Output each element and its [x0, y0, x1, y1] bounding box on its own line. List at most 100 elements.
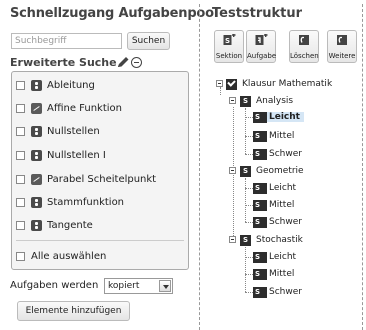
svg-text:S: S [225, 37, 230, 45]
tree-leaf-geometrie-leicht[interactable]: S Leicht [253, 181, 301, 195]
bolt-icon [31, 125, 42, 137]
search-button[interactable]: Suchen [127, 32, 170, 50]
bolt-icon [31, 219, 42, 231]
task-pool-panel: Schnellzugang Aufgabenpool Suchen Erweit… [8, 0, 218, 330]
tasks-mode-select[interactable]: kopiert [104, 278, 173, 294]
tree-section-geometrie[interactable]: S Geometrie [240, 164, 306, 178]
tree-connector [245, 178, 246, 222]
delete-icon [299, 35, 309, 45]
section-badge: S [253, 130, 267, 142]
checkbox[interactable] [16, 174, 25, 184]
graph-icon [31, 173, 42, 185]
collapse-toggle[interactable] [229, 236, 236, 243]
filter-item-tangente[interactable]: Tangente [12, 217, 93, 233]
filter-item-affine-funktion[interactable]: Affine Funktion [12, 100, 122, 116]
checkbox[interactable] [16, 197, 25, 207]
checkbox[interactable] [16, 150, 25, 160]
section-badge: S [253, 199, 267, 211]
bolt-icon [31, 196, 42, 208]
tree-connector [245, 205, 253, 206]
tree-leaf-stochastik-mittel[interactable]: S Mittel [253, 267, 299, 281]
filter-label: Tangente [47, 219, 93, 231]
chevron-down-icon[interactable] [159, 280, 171, 292]
tree-leaf-analysis-mittel[interactable]: S Mittel [253, 129, 299, 143]
section-label: Stochastik [256, 235, 303, 245]
collapse-toggle[interactable] [216, 80, 223, 87]
toolbar-label: Löschen [290, 52, 319, 60]
select-all-label: Alle auswählen [31, 250, 107, 262]
tree-connector [245, 154, 253, 155]
section-badge: S [240, 95, 251, 107]
toolbar-label: Sektion [215, 52, 243, 60]
task-icon [255, 34, 268, 45]
tree-leaf-geometrie-schwer[interactable]: S Schwer [253, 215, 306, 229]
filter-label: Nullstellen [47, 125, 100, 137]
tree-connector [245, 222, 253, 223]
toolbar-label: Weitere [328, 52, 356, 60]
section-badge: S [240, 234, 251, 246]
filter-label: Stammfunktion [47, 196, 125, 208]
filter-item-nullstellen[interactable]: Nullstellen [12, 123, 100, 139]
tree-connector [245, 108, 246, 154]
tree-leaf-stochastik-schwer[interactable]: S Schwer [253, 285, 306, 299]
section-badge: S [253, 111, 267, 123]
collapse-toggle[interactable] [229, 167, 236, 174]
section-badge: S [240, 165, 251, 177]
delete-button[interactable]: Löschen [289, 30, 319, 63]
leaf-label: Schwer [267, 287, 306, 297]
filter-label: Parabel Scheitelpunkt [47, 173, 157, 185]
tree-connector [245, 136, 253, 137]
collapse-toggle[interactable] [229, 97, 236, 104]
tree-leaf-stochastik-leicht[interactable]: S Leicht [253, 250, 301, 264]
filter-label: Nullstellen I [47, 149, 106, 161]
more-icon [337, 35, 347, 45]
tree-root[interactable]: Klausur Mathematik [226, 77, 334, 91]
more-button[interactable]: Weitere [327, 30, 357, 63]
add-section-button[interactable]: S Sektion [214, 30, 244, 63]
tree-leaf-analysis-leicht[interactable]: S Leicht [253, 110, 304, 124]
filter-item-nullstellen-i[interactable]: Nullstellen I [12, 147, 106, 163]
leaf-label: Mittel [267, 131, 299, 141]
tree-connector [220, 87, 221, 95]
tree-section-stochastik[interactable]: S Stochastik [240, 233, 305, 247]
leaf-label: Leicht [267, 252, 301, 262]
graph-icon [31, 102, 42, 114]
tree-root-label: Klausur Mathematik [242, 79, 333, 89]
bolt-icon [31, 149, 42, 161]
filter-label: Affine Funktion [47, 102, 123, 114]
select-all[interactable]: Alle auswählen [12, 248, 106, 264]
tasks-mode-label: Aufgaben werden [10, 280, 99, 291]
tree-connector [245, 274, 253, 275]
advanced-search-box: Ableitung Affine Funktion Nullstellen Nu… [11, 71, 189, 270]
checkbox[interactable] [16, 126, 25, 136]
filter-item-stammfunktion[interactable]: Stammfunktion [12, 194, 124, 210]
tree-section-analysis[interactable]: S Analysis [240, 94, 295, 108]
section-badge: S [253, 182, 267, 194]
filter-label: Ableitung [47, 79, 95, 91]
test-structure-title: Teststruktur [212, 6, 303, 21]
section-badge: S [253, 268, 267, 280]
checkbox[interactable] [16, 220, 25, 230]
leaf-label: Schwer [267, 149, 306, 159]
add-task-button[interactable]: Aufgabe [246, 30, 276, 63]
pencil-icon[interactable] [116, 56, 130, 69]
filter-item-parabel-scheitelpunkt[interactable]: Parabel Scheitelpunkt [12, 171, 156, 187]
add-elements-button[interactable]: Elemente hinzufügen [17, 301, 130, 321]
tree-leaf-geometrie-mittel[interactable]: S Mittel [253, 198, 299, 212]
tasks-mode-value: kopiert [108, 281, 140, 291]
leaf-label: Leicht [267, 112, 304, 122]
tree-leaf-analysis-schwer[interactable]: S Schwer [253, 147, 306, 161]
tree-connector [245, 257, 253, 258]
panel-border [362, 4, 363, 330]
checkbox[interactable] [16, 251, 25, 261]
collapse-icon[interactable] [131, 57, 142, 68]
tree-connector [245, 247, 246, 292]
leaf-label: Leicht [267, 183, 301, 193]
checkbox[interactable] [16, 103, 25, 113]
section-badge: S [253, 148, 267, 160]
section-icon: S [223, 34, 236, 45]
tree-connector [245, 117, 253, 118]
filter-item-ableitung[interactable]: Ableitung [12, 77, 95, 93]
checkbox[interactable] [16, 80, 25, 90]
search-input[interactable] [11, 33, 122, 49]
